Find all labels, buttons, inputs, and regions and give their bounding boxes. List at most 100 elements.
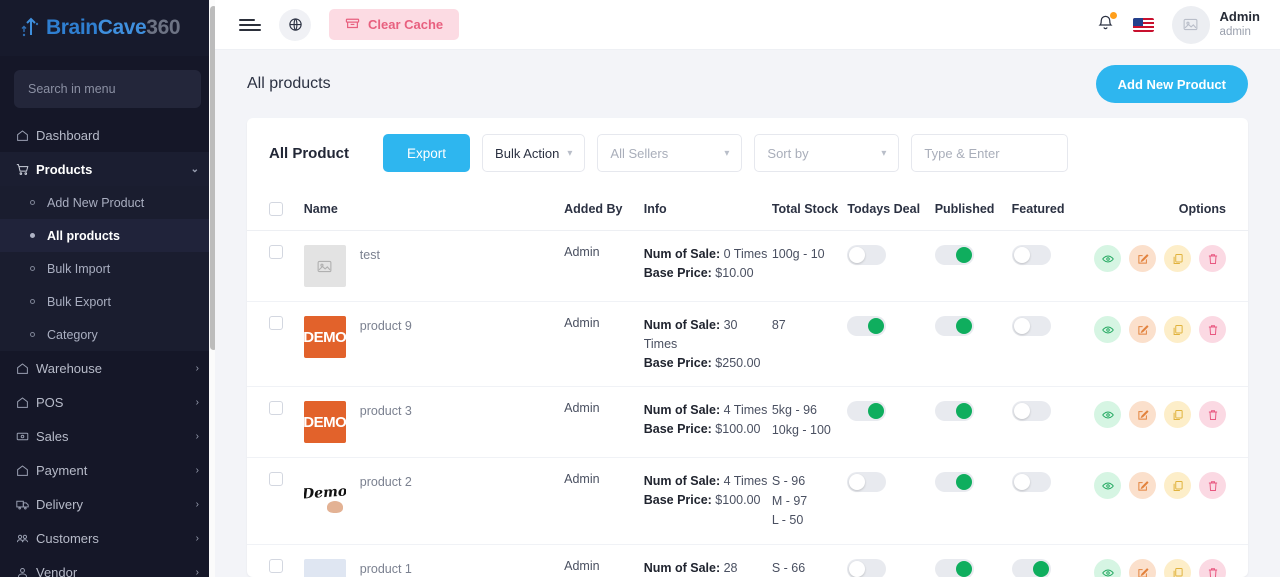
delete-button[interactable] xyxy=(1199,316,1226,343)
duplicate-button[interactable] xyxy=(1164,472,1191,500)
edit-button[interactable] xyxy=(1129,316,1156,343)
edit-button[interactable] xyxy=(1129,401,1156,429)
sidebar-subitem-bulk-export[interactable]: Bulk Export xyxy=(0,285,215,318)
table-search[interactable] xyxy=(911,134,1069,172)
logo-text-cave: Cave xyxy=(97,16,147,39)
todays-deal-cell xyxy=(847,544,935,577)
sidebar-item-products[interactable]: Products ⌄ xyxy=(0,152,215,186)
product-thumbnail: DEMO xyxy=(303,316,346,358)
base-price: Base Price: $10.00 xyxy=(643,265,754,280)
published-cell xyxy=(934,544,1012,577)
sellers-select[interactable]: All Sellers ▾ xyxy=(597,134,743,172)
logo[interactable]: BrainCave360 xyxy=(0,0,215,56)
product-thumbnail: DEMO xyxy=(303,401,346,444)
published-toggle[interactable] xyxy=(934,316,974,336)
sidebar-subitem-all-products[interactable]: All products xyxy=(0,219,215,252)
view-button[interactable] xyxy=(1094,401,1121,429)
table-search-input[interactable] xyxy=(924,145,1056,161)
published-toggle[interactable] xyxy=(934,472,974,493)
user-menu[interactable]: Admin admin xyxy=(1171,5,1260,44)
scrollbar-thumb[interactable] xyxy=(210,6,215,350)
sidebar-scrollbar[interactable] xyxy=(209,0,215,577)
sidebar-item-warehouse[interactable]: Warehouse › xyxy=(0,351,215,385)
edit-button[interactable] xyxy=(1129,559,1156,577)
num-of-sale: Num of Sale: 4 Times xyxy=(643,403,768,418)
featured-toggle[interactable] xyxy=(1011,245,1051,265)
sidebar: BrainCave360 Dashboard xyxy=(0,0,215,577)
export-button[interactable]: Export xyxy=(383,134,471,172)
todays-deal-toggle[interactable] xyxy=(847,316,887,336)
featured-cell xyxy=(1011,386,1094,459)
view-button[interactable] xyxy=(1094,245,1121,272)
todays-deal-toggle[interactable] xyxy=(847,559,887,577)
sort-by-select[interactable]: Sort by ▾ xyxy=(754,134,900,172)
row-checkbox[interactable] xyxy=(269,245,283,259)
info-cell: Num of Sale: 30 Times Base Price: $250.00 xyxy=(643,301,772,388)
row-checkbox[interactable] xyxy=(269,316,283,330)
product-cell: DEMO product 3 xyxy=(303,386,565,459)
select-all-checkbox[interactable] xyxy=(269,202,283,216)
row-actions xyxy=(1094,316,1226,343)
bulk-action-label: Bulk Action xyxy=(495,145,560,161)
todays-deal-toggle[interactable] xyxy=(847,401,887,422)
row-checkbox[interactable] xyxy=(269,401,283,416)
featured-toggle[interactable] xyxy=(1011,472,1051,493)
row-actions xyxy=(1094,472,1226,500)
view-button[interactable] xyxy=(1094,559,1121,577)
sidebar-item-vendor[interactable]: Vendor › xyxy=(0,555,215,577)
avatar xyxy=(1171,5,1210,44)
duplicate-button[interactable] xyxy=(1164,245,1191,272)
globe-icon[interactable] xyxy=(279,8,311,41)
bulk-action-dropdown[interactable]: Bulk Action ▾ xyxy=(482,134,586,172)
sidebar-item-customers[interactable]: Customers › xyxy=(0,521,215,555)
product-cell: test xyxy=(303,230,565,302)
sidebar-item-pos[interactable]: POS › xyxy=(0,385,215,419)
duplicate-button[interactable] xyxy=(1164,401,1191,429)
featured-toggle[interactable] xyxy=(1011,559,1051,577)
sidebar-subitem-category[interactable]: Category xyxy=(0,318,215,351)
sidebar-item-payment[interactable]: Payment › xyxy=(0,453,215,487)
sidebar-item-delivery[interactable]: Delivery › xyxy=(0,487,215,521)
sidebar-item-dashboard[interactable]: Dashboard xyxy=(0,118,215,152)
truck-icon xyxy=(16,498,36,511)
delete-button[interactable] xyxy=(1199,401,1226,429)
row-select-cell xyxy=(247,230,304,302)
search-input[interactable] xyxy=(28,82,187,96)
edit-button[interactable] xyxy=(1129,245,1156,272)
published-toggle[interactable] xyxy=(934,401,974,422)
duplicate-button[interactable] xyxy=(1164,559,1191,577)
edit-button[interactable] xyxy=(1129,472,1156,500)
featured-toggle[interactable] xyxy=(1011,401,1051,422)
clear-cache-button[interactable]: Clear Cache xyxy=(329,9,460,40)
view-button[interactable] xyxy=(1094,316,1121,343)
delete-button[interactable] xyxy=(1199,472,1226,500)
bell-icon[interactable] xyxy=(1096,10,1118,37)
table-body: test Admin Num of Sale: 0 Times Base Price:… xyxy=(247,230,1248,577)
main-area: Clear Cache Admin admin All products Add… xyxy=(215,0,1280,577)
sidebar-search[interactable] xyxy=(14,70,201,108)
column-todays-deal: Todays Deal xyxy=(847,188,935,231)
us-flag-icon[interactable] xyxy=(1132,17,1154,32)
featured-toggle[interactable] xyxy=(1011,316,1051,336)
sidebar-subitem-add-new-product[interactable]: Add New Product xyxy=(0,186,215,219)
todays-deal-toggle[interactable] xyxy=(847,245,887,265)
duplicate-button[interactable] xyxy=(1164,316,1191,343)
row-checkbox[interactable] xyxy=(269,472,283,487)
user-icon xyxy=(16,566,36,577)
hamburger-icon[interactable] xyxy=(239,16,261,34)
delete-button[interactable] xyxy=(1199,245,1226,272)
todays-deal-toggle[interactable] xyxy=(847,472,887,493)
published-toggle[interactable] xyxy=(934,559,974,577)
delete-button[interactable] xyxy=(1199,559,1226,577)
sidebar-item-label: Vendor xyxy=(36,564,78,577)
add-new-product-button[interactable]: Add New Product xyxy=(1095,65,1248,103)
sidebar-subitem-bulk-import[interactable]: Bulk Import xyxy=(0,252,215,285)
chevron-down-icon: ▾ xyxy=(567,147,573,159)
published-toggle[interactable] xyxy=(934,245,974,265)
topbar: Clear Cache Admin admin xyxy=(215,0,1280,50)
sidebar-item-sales[interactable]: Sales › xyxy=(0,419,215,453)
view-button[interactable] xyxy=(1094,472,1121,500)
home-icon xyxy=(16,362,36,375)
table-row: Demo product 2 Admin Num of Sale: 4 Times Ba… xyxy=(247,457,1248,546)
row-checkbox[interactable] xyxy=(269,559,283,574)
